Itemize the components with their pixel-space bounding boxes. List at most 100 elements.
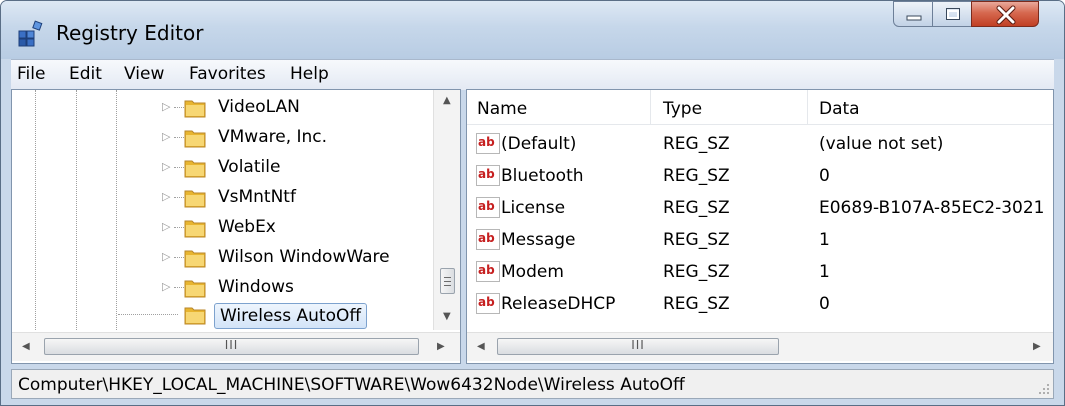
grip-lines: III (631, 338, 645, 352)
tree-connector (118, 314, 178, 315)
string-value-icon: ab (476, 133, 500, 154)
expand-arrow-icon[interactable]: ▷ (162, 190, 174, 204)
expand-arrow-icon[interactable]: ▷ (162, 160, 174, 174)
tree-guide-line (35, 90, 36, 330)
key-tree-pane[interactable]: ▷ VideoLAN ▷ VMware, Inc. ▷ Volatile ▷ V… (11, 89, 461, 364)
tree-node-label: VideoLAN (218, 97, 300, 117)
list-row[interactable]: ab (Default) REG_SZ (value not set) (467, 129, 1053, 161)
minimize-icon (906, 15, 922, 21)
column-header-type[interactable]: Type (663, 98, 702, 120)
tree-node-selected[interactable]: Wireless AutoOff (118, 301, 442, 331)
tree-node[interactable]: ▷ Windows (162, 274, 442, 304)
scroll-thumb[interactable]: III (497, 338, 779, 355)
tree-node-label: WebEx (218, 217, 276, 237)
folder-icon (184, 130, 206, 148)
expand-arrow-icon[interactable]: ▷ (162, 250, 174, 264)
value-name: Modem (501, 262, 564, 282)
tree-node-label: VsMntNtf (218, 187, 296, 207)
menu-edit[interactable]: Edit (69, 63, 102, 85)
tree-node[interactable]: ▷ Wilson WindowWare (162, 244, 442, 274)
close-button[interactable] (971, 1, 1039, 27)
value-type: REG_SZ (663, 134, 730, 154)
column-header-data[interactable]: Data (819, 98, 860, 120)
scroll-up-icon[interactable]: ▲ (443, 96, 451, 106)
list-row[interactable]: ab Modem REG_SZ 1 (467, 257, 1053, 289)
value-type: REG_SZ (663, 230, 730, 250)
scroll-left-icon[interactable]: ◀ (22, 342, 30, 352)
menu-view[interactable]: View (124, 63, 164, 85)
tree-node-label: Volatile (218, 157, 281, 177)
grip-line (444, 285, 451, 286)
value-name: ReleaseDHCP (501, 294, 616, 314)
tree-guide-line (116, 90, 117, 330)
scroll-thumb[interactable]: III (44, 338, 419, 355)
key-path: Computer\HKEY_LOCAL_MACHINE\SOFTWARE\Wow… (18, 375, 685, 395)
minimize-button[interactable] (893, 1, 933, 27)
menu-help[interactable]: Help (290, 63, 329, 85)
tree-node-label: Wilson WindowWare (218, 247, 390, 267)
column-divider[interactable] (650, 90, 651, 124)
scroll-thumb[interactable] (440, 268, 455, 294)
value-data: 1 (819, 262, 830, 282)
column-divider[interactable] (807, 90, 808, 124)
grip-lines: III (224, 338, 239, 352)
scroll-down-icon[interactable]: ▼ (443, 312, 451, 322)
column-header-name[interactable]: Name (477, 98, 527, 120)
list-row[interactable]: ab ReleaseDHCP REG_SZ 0 (467, 289, 1053, 321)
string-value-icon: ab (476, 293, 500, 314)
string-value-icon: ab (476, 165, 500, 186)
menu-favorites[interactable]: Favorites (189, 63, 266, 85)
menu-file[interactable]: File (17, 63, 45, 85)
list-row[interactable]: ab License REG_SZ E0689-B107A-85EC2-3021 (467, 193, 1053, 225)
value-type: REG_SZ (663, 166, 730, 186)
tree-node[interactable]: ▷ VideoLAN (162, 94, 442, 124)
string-value-icon: ab (476, 197, 500, 218)
folder-icon (184, 190, 206, 208)
list-row[interactable]: ab Bluetooth REG_SZ 0 (467, 161, 1053, 193)
expand-arrow-icon[interactable]: ▷ (162, 220, 174, 234)
status-bar: Computer\HKEY_LOCAL_MACHINE\SOFTWARE\Wow… (11, 369, 1054, 399)
string-value-icon: ab (476, 229, 500, 250)
tree-guide-line (76, 90, 77, 330)
value-name: License (501, 198, 566, 218)
folder-icon (184, 100, 206, 118)
tree-node[interactable]: ▷ VsMntNtf (162, 184, 442, 214)
tree-node-label: Windows (218, 277, 294, 297)
value-data: (value not set) (819, 134, 944, 154)
string-value-icon: ab (476, 261, 500, 282)
value-name: Message (501, 230, 576, 250)
scroll-right-icon[interactable]: ▶ (437, 342, 445, 352)
scroll-right-icon[interactable]: ▶ (1033, 342, 1041, 352)
scroll-left-icon[interactable]: ◀ (477, 342, 485, 352)
value-data: 0 (819, 294, 830, 314)
grip-line (444, 277, 451, 278)
list-header: Name Type Data (467, 90, 1053, 125)
tree-node[interactable]: ▷ Volatile (162, 154, 442, 184)
values-list-pane[interactable]: Name Type Data ab (Default) REG_SZ (valu… (466, 89, 1054, 364)
value-name: Bluetooth (501, 166, 584, 186)
value-name: (Default) (501, 134, 577, 154)
menu-bar: File Edit View Favorites Help (11, 59, 1054, 90)
tree-vertical-scrollbar[interactable]: ▲ ▼ (433, 90, 460, 330)
maximize-button[interactable] (932, 1, 972, 27)
expand-arrow-icon[interactable]: ▷ (162, 280, 174, 294)
expand-arrow-icon[interactable]: ▷ (162, 130, 174, 144)
tree-horizontal-scrollbar[interactable]: ◀ III ▶ (12, 332, 460, 361)
registry-editor-icon (18, 20, 43, 47)
title-bar[interactable]: Registry Editor (1, 1, 1064, 59)
folder-icon (184, 307, 206, 325)
resize-grip-icon[interactable] (1038, 383, 1050, 395)
value-type: REG_SZ (663, 198, 730, 218)
close-icon (996, 5, 1016, 25)
registry-editor-window: Registry Editor File Edit View Favorites… (0, 0, 1065, 406)
value-type: REG_SZ (663, 262, 730, 282)
value-data: 1 (819, 230, 830, 250)
folder-icon (184, 220, 206, 238)
tree-node[interactable]: ▷ WebEx (162, 214, 442, 244)
value-data: E0689-B107A-85EC2-3021 (819, 198, 1045, 218)
tree-node-label: VMware, Inc. (218, 127, 328, 147)
tree-node[interactable]: ▷ VMware, Inc. (162, 124, 442, 154)
list-horizontal-scrollbar[interactable]: ◀ III ▶ (467, 332, 1053, 361)
list-row[interactable]: ab Message REG_SZ 1 (467, 225, 1053, 257)
expand-arrow-icon[interactable]: ▷ (162, 100, 174, 114)
